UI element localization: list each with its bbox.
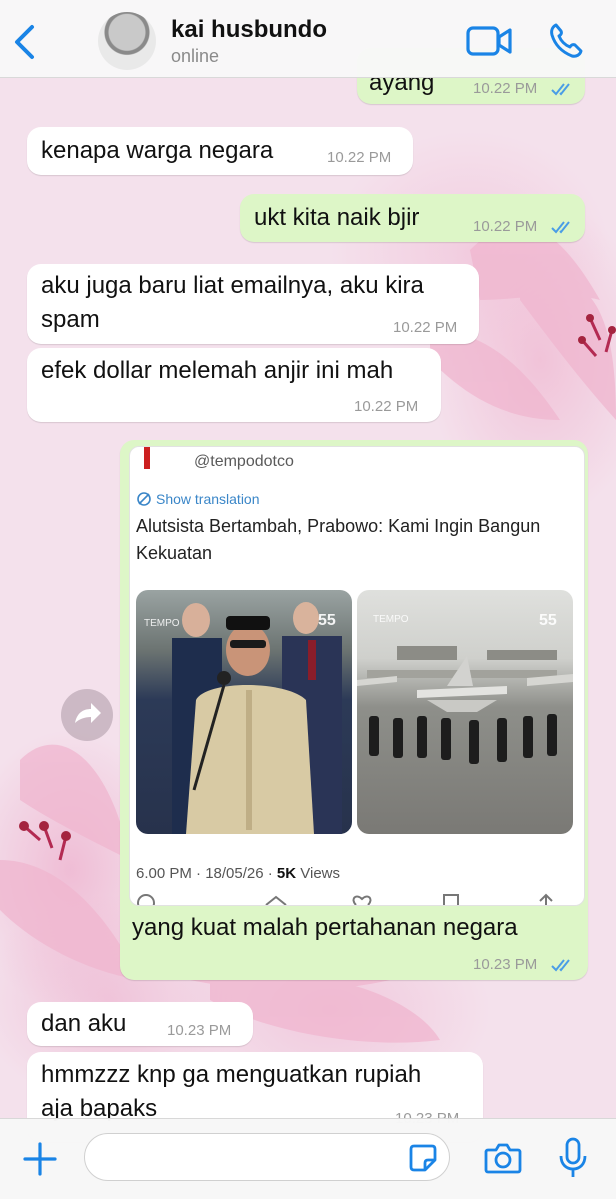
message-bubble-incoming[interactable]: kenapa warga negara 10.22 PM xyxy=(27,127,413,175)
news-photo-jets[interactable]: TEMPO 55 xyxy=(357,590,573,834)
message-input-bar xyxy=(0,1118,616,1199)
message-time: 10.22 PM xyxy=(393,319,458,336)
message-bubble-outgoing[interactable]: ukt kita naik bjir 10.22 PM xyxy=(240,194,585,242)
message-time: 10.22 PM xyxy=(473,218,538,235)
chevron-left-icon[interactable] xyxy=(12,24,38,60)
message-text: hmmzzz knp ga menguatkan rupiah xyxy=(41,1061,422,1088)
card-meta-time: 6.00 PM · 18/05/26 · xyxy=(136,865,277,882)
show-translation-link[interactable]: Show translation xyxy=(156,491,260,507)
message-text: yang kuat malah pertahanan negara xyxy=(132,914,518,941)
card-views-label: Views xyxy=(296,865,341,882)
contact-avatar[interactable] xyxy=(98,12,156,70)
camera-icon[interactable] xyxy=(484,1141,522,1175)
watermark-number: 55 xyxy=(318,612,336,629)
double-check-icon xyxy=(551,959,570,972)
card-views-count: 5K xyxy=(276,865,297,882)
plus-icon[interactable] xyxy=(22,1141,58,1177)
message-time: 10.23 PM xyxy=(167,1022,232,1039)
message-bubble-incoming[interactable]: aku juga baru liat emailnya, aku kira sp… xyxy=(27,264,479,344)
double-check-icon xyxy=(551,221,570,234)
card-engagement-icons xyxy=(137,893,553,905)
card-meta: 6.00 PM · 18/05/26 · 5K Views xyxy=(136,865,340,882)
message-text: efek dollar melemah anjir ini mah xyxy=(41,357,394,384)
chat-header: kai husbundo online xyxy=(0,0,616,78)
tempo-watermark: TEMPO xyxy=(373,614,409,625)
phone-icon[interactable] xyxy=(548,22,584,60)
message-text: dan aku xyxy=(41,1010,127,1037)
sticker-icon[interactable] xyxy=(408,1143,438,1173)
card-title: Alutsista Bertambah, Prabowo: Kami Ingin… xyxy=(136,516,541,563)
message-time: 10.22 PM xyxy=(327,149,392,166)
link-preview-card[interactable]: @tempodotco Show translation Alutsista B… xyxy=(129,446,585,906)
translate-icon xyxy=(137,492,151,506)
contact-name[interactable]: kai husbundo xyxy=(171,16,327,44)
news-photo-speaker[interactable]: TEMPO 55 xyxy=(136,590,352,834)
tempo-logo xyxy=(144,447,150,469)
message-text: kenapa warga negara xyxy=(41,137,274,164)
tempo-watermark: TEMPO xyxy=(144,618,180,629)
message-bubble-incoming[interactable]: dan aku 10.23 PM xyxy=(27,1002,253,1046)
message-time: 10.23 PM xyxy=(473,956,538,973)
double-check-icon xyxy=(551,83,570,96)
forward-icon[interactable] xyxy=(61,689,113,741)
message-input[interactable] xyxy=(84,1133,450,1181)
watermark-number: 55 xyxy=(539,612,557,629)
card-handle: @tempodotco xyxy=(194,453,294,470)
message-text: spam xyxy=(41,306,100,333)
video-camera-icon[interactable] xyxy=(466,24,512,58)
message-time: 10.22 PM xyxy=(473,80,538,97)
message-bubble-incoming[interactable]: efek dollar melemah anjir ini mah 10.22 … xyxy=(27,348,441,422)
contact-status: online xyxy=(171,46,220,66)
message-time: 10.22 PM xyxy=(354,398,419,415)
message-text: ukt kita naik bjir xyxy=(254,204,420,231)
message-text: aku juga baru liat emailnya, aku kira xyxy=(41,272,424,299)
microphone-icon[interactable] xyxy=(558,1137,588,1179)
